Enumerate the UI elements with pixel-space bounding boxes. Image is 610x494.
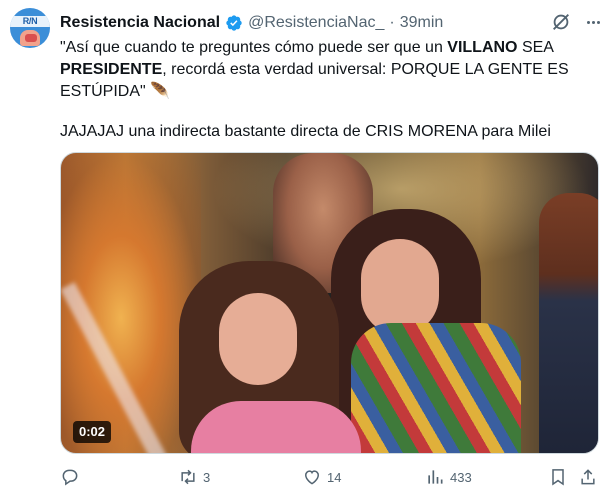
tweet-text-bold: VILLANO: [447, 39, 518, 56]
action-bar: 3 14 433: [60, 466, 600, 490]
video-duration: 0:02: [73, 421, 112, 443]
retweet-count: 3: [203, 469, 211, 485]
like-button[interactable]: 14: [302, 466, 341, 488]
retweet-icon: [181, 469, 195, 485]
tweet-text-part: SEA: [517, 39, 554, 56]
grok-icon[interactable]: [550, 11, 572, 33]
avatar[interactable]: R/N: [10, 8, 50, 48]
tweet-text-paragraph: JAJAJAJ una indirecta bastante directa d…: [60, 123, 551, 140]
like-count: 14: [327, 469, 342, 485]
avatar-logo-text: R/N: [22, 16, 38, 26]
more-options-button[interactable]: [582, 12, 604, 32]
share-icon: [581, 469, 595, 485]
tweet-text-bold: PRESIDENTE: [60, 61, 163, 78]
author-handle[interactable]: @ResistenciaNac_: [248, 14, 384, 32]
views-count: 433: [450, 469, 472, 485]
share-button[interactable]: [578, 466, 598, 488]
author-name[interactable]: Resistencia Nacional: [60, 14, 220, 32]
more-dot-icon: [586, 20, 590, 24]
video-scene-person: [539, 193, 598, 453]
views-button[interactable]: 433: [425, 466, 472, 488]
video-scene-person: [219, 293, 297, 385]
tweet-header: Resistencia Nacional @ResistenciaNac_ · …: [60, 12, 443, 34]
timestamp[interactable]: 39min: [400, 14, 444, 32]
separator-dot: ·: [389, 14, 395, 31]
tweet[interactable]: R/N Resistencia Nacional @ResistenciaNac…: [0, 0, 610, 494]
tweet-text: "Así que cuando te preguntes cómo puede …: [60, 37, 600, 103]
bookmark-icon: [552, 469, 564, 486]
avatar-figure-detail: [25, 34, 37, 42]
bookmark-button[interactable]: [548, 466, 568, 488]
more-dot-icon: [596, 20, 600, 24]
more-dot-icon: [591, 20, 595, 24]
views-chart-icon: [428, 470, 443, 484]
retweet-button[interactable]: 3: [178, 466, 210, 488]
heart-icon: [304, 470, 320, 485]
reply-icon: [62, 469, 78, 486]
video-scene-person: [191, 401, 361, 453]
tweet-text-part: "Así que cuando te preguntes cómo puede …: [60, 39, 448, 56]
video-scene-person: [361, 239, 439, 335]
reply-button[interactable]: [60, 466, 85, 488]
video-scene-person: [351, 323, 521, 453]
video-player[interactable]: 0:02: [60, 152, 599, 454]
verified-badge-icon: [226, 15, 242, 31]
